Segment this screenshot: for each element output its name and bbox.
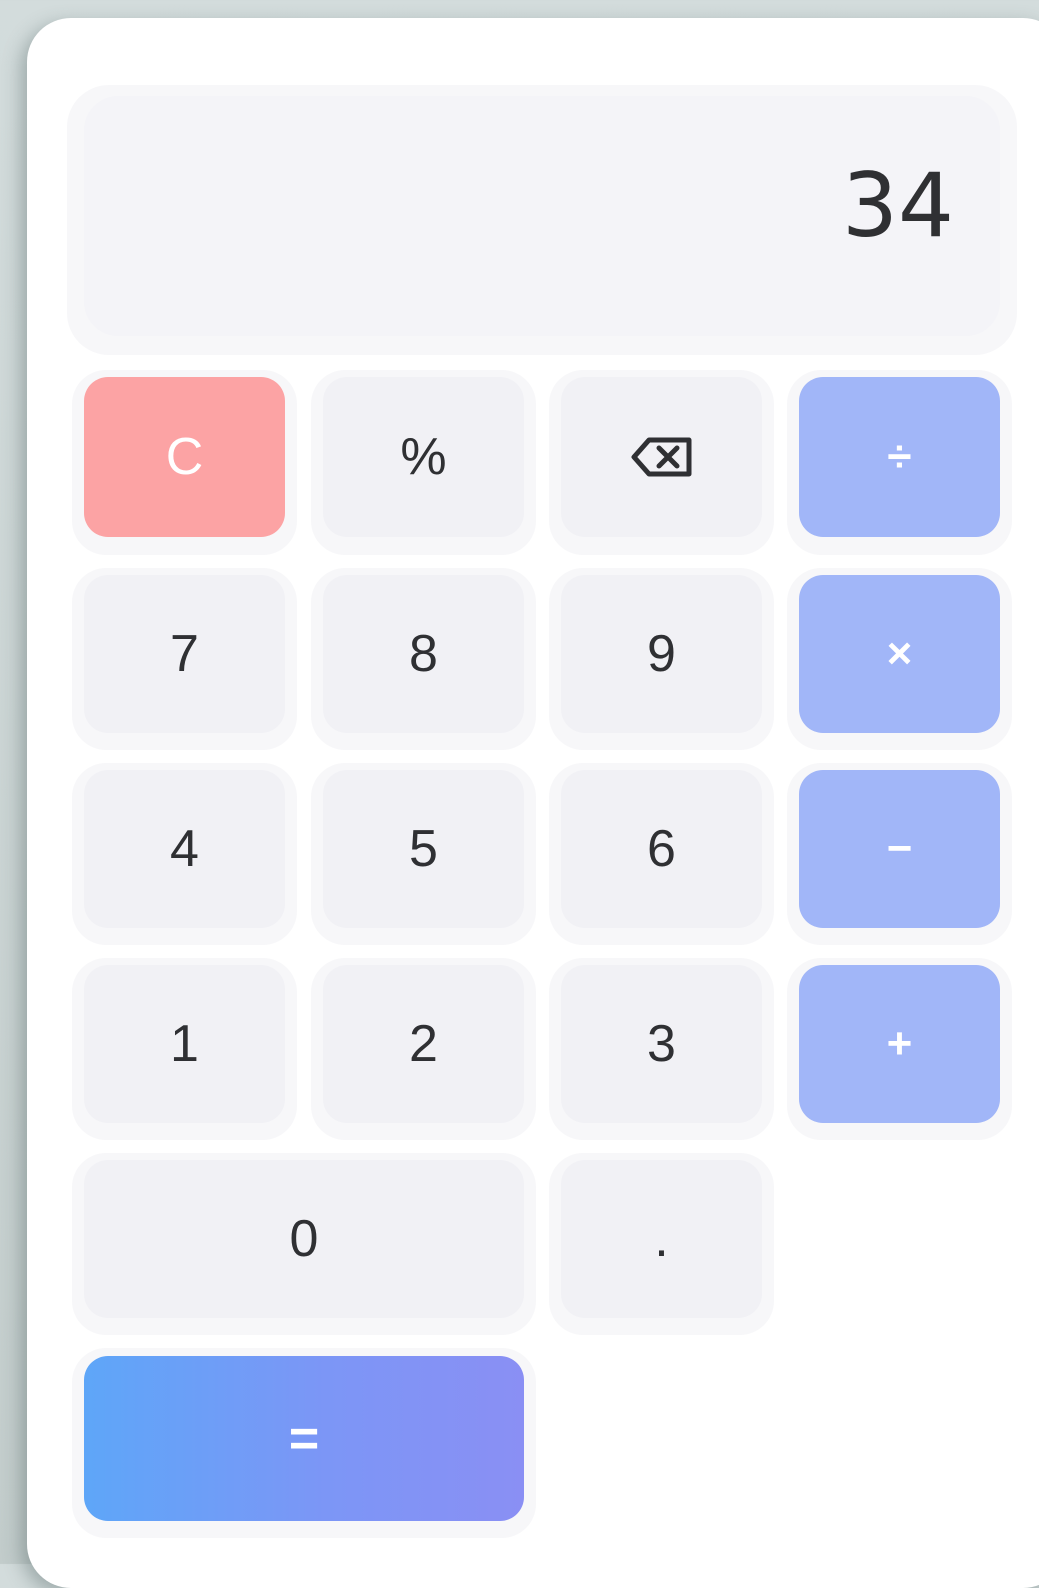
digit-0-button[interactable]: 0 bbox=[84, 1160, 524, 1318]
divide-button[interactable]: ÷ bbox=[799, 377, 1000, 537]
percent-button[interactable]: % bbox=[323, 377, 524, 537]
add-button[interactable]: + bbox=[799, 965, 1000, 1123]
digit-1-button[interactable]: 1 bbox=[84, 965, 285, 1123]
digit-2-button[interactable]: 2 bbox=[323, 965, 524, 1123]
display: 34 bbox=[84, 96, 1000, 336]
digit-7-button[interactable]: 7 bbox=[84, 575, 285, 733]
backspace-icon bbox=[631, 437, 693, 477]
subtract-button[interactable]: − bbox=[799, 770, 1000, 928]
digit-3-button[interactable]: 3 bbox=[561, 965, 762, 1123]
digit-9-button[interactable]: 9 bbox=[561, 575, 762, 733]
backspace-button[interactable] bbox=[561, 377, 762, 537]
equals-button[interactable]: = bbox=[84, 1356, 524, 1521]
digit-6-button[interactable]: 6 bbox=[561, 770, 762, 928]
digit-5-button[interactable]: 5 bbox=[323, 770, 524, 928]
decimal-button[interactable]: . bbox=[561, 1160, 762, 1318]
multiply-button[interactable]: × bbox=[799, 575, 1000, 733]
display-value: 34 bbox=[842, 154, 954, 257]
digit-4-button[interactable]: 4 bbox=[84, 770, 285, 928]
clear-button[interactable]: C bbox=[84, 377, 285, 537]
digit-8-button[interactable]: 8 bbox=[323, 575, 524, 733]
